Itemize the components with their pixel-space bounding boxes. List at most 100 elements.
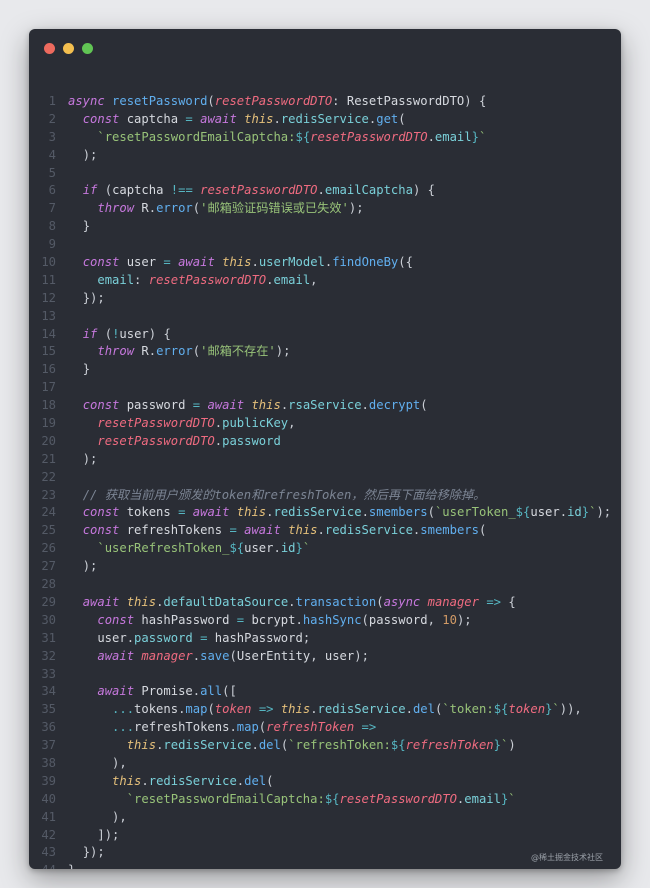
- code-token: this: [288, 523, 318, 538]
- code-editor[interactable]: 1 async resetPassword(resetPasswordDTO: R…: [29, 93, 621, 869]
- code-token: refreshTokens: [134, 720, 230, 735]
- line-number: 36: [41, 720, 56, 735]
- line-source: });: [56, 844, 105, 862]
- line-number: 40: [41, 791, 56, 806]
- code-token: =: [192, 398, 201, 413]
- code-token: `: [552, 702, 560, 717]
- code-token: this: [112, 773, 142, 788]
- line-number: 27: [41, 559, 56, 574]
- code-token: ${: [324, 791, 340, 806]
- line-source: if (!user) {: [56, 326, 171, 344]
- code-line: 7 throw R.error('邮箱验证码错误或已失效');: [29, 200, 621, 218]
- code-token: (: [97, 183, 113, 198]
- line-number: 19: [41, 416, 56, 431]
- line-number: 4: [48, 147, 56, 162]
- code-token: ) {: [464, 94, 487, 108]
- code-token: await: [200, 111, 237, 126]
- code-token: resetPasswordDTO: [214, 94, 333, 108]
- code-token: (: [97, 326, 113, 341]
- maximize-button[interactable]: [82, 43, 93, 54]
- code-line: 13: [29, 308, 621, 326]
- code-token: R: [134, 344, 149, 359]
- line-source: ...refreshTokens.map(refreshToken =>: [56, 719, 376, 737]
- line-number: 26: [41, 541, 56, 556]
- code-token: ,: [310, 272, 318, 287]
- line-source: const tokens = await this.redisService.s…: [56, 504, 611, 522]
- code-token: R: [134, 201, 149, 216]
- code-token: user: [244, 541, 274, 556]
- line-number: 14: [41, 326, 56, 341]
- code-token: resetPassword: [112, 94, 208, 108]
- code-token: user: [68, 630, 127, 645]
- line-source: this.redisService.del(: [56, 773, 273, 791]
- line-number: 34: [41, 684, 56, 699]
- code-token: =>: [361, 720, 377, 735]
- code-token: .: [361, 505, 369, 520]
- code-token: this: [236, 505, 267, 520]
- code-token: .: [251, 255, 259, 270]
- code-token: password: [134, 630, 193, 645]
- line-number: 24: [41, 505, 56, 520]
- line-number: 43: [41, 845, 56, 860]
- line-number: 6: [48, 183, 56, 198]
- code-token: user: [119, 326, 149, 341]
- close-button[interactable]: [44, 43, 55, 54]
- code-token: findOneBy: [332, 255, 399, 270]
- code-token: .: [273, 541, 281, 556]
- line-number: 12: [41, 290, 56, 305]
- code-token: ;: [302, 630, 311, 645]
- code-token: captcha: [112, 183, 171, 198]
- code-line: 9: [29, 236, 621, 254]
- code-token: token: [214, 702, 252, 717]
- line-source: if (captcha !== resetPasswordDTO.emailCa…: [56, 182, 435, 200]
- line-source: this.redisService.del(`refreshToken:${re…: [56, 737, 516, 755]
- code-token: });: [82, 290, 105, 305]
- code-token: resetPasswordDTO: [97, 433, 215, 448]
- code-line: 35 ...tokens.map(token => this.redisServ…: [29, 701, 621, 719]
- line-number: 22: [41, 469, 56, 484]
- code-token: .: [192, 648, 201, 663]
- line-number: 30: [41, 612, 56, 627]
- code-token: redisService: [280, 111, 369, 126]
- code-token: (: [207, 94, 215, 108]
- code-token: }: [68, 863, 75, 869]
- line-source: [56, 469, 68, 487]
- line-source: const user = await this.userModel.findOn…: [56, 254, 413, 272]
- code-token: ${: [390, 738, 406, 753]
- code-token: user: [324, 648, 355, 663]
- line-number: 29: [41, 594, 56, 609]
- code-line: 20 resetPasswordDTO.password: [29, 433, 621, 451]
- code-token: (: [376, 594, 384, 609]
- line-source: ),: [56, 755, 127, 773]
- code-token: `resetPasswordEmailCaptcha:: [97, 129, 296, 144]
- code-token: {: [501, 594, 516, 609]
- code-token: ): [508, 738, 516, 753]
- code-token: redisService: [148, 773, 237, 788]
- code-token: ]);: [97, 827, 120, 842]
- code-token: ([: [222, 684, 237, 699]
- code-token: password: [222, 433, 281, 448]
- code-token: const: [97, 612, 135, 627]
- line-number: 37: [41, 738, 56, 753]
- line-source: ),: [56, 809, 127, 827]
- code-token: ),: [112, 809, 127, 824]
- line-number: 23: [41, 487, 56, 502]
- code-token: );: [348, 201, 364, 216]
- code-token: `: [302, 541, 311, 556]
- minimize-button[interactable]: [63, 43, 74, 54]
- code-line: 37 this.redisService.del(`refreshToken:$…: [29, 737, 621, 755]
